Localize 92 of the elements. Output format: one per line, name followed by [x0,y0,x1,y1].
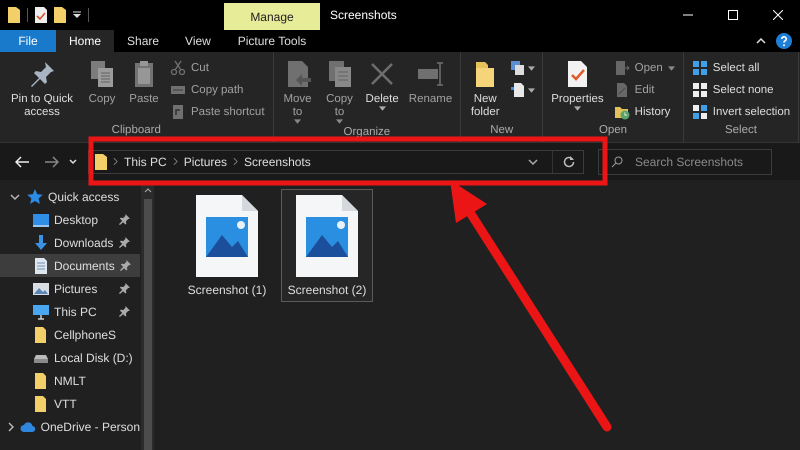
maximize-icon [728,10,738,20]
sidebar-item[interactable]: OneDrive - Person [0,415,140,438]
customize-toolbar-icon [73,11,81,19]
caret-icon [336,119,344,124]
caret-icon [294,119,302,124]
star-icon [27,188,43,204]
caret-icon [378,106,386,111]
document-icon [33,258,49,274]
new-item-icon [510,60,526,76]
sidebar-item[interactable]: Pictures [0,277,140,300]
ribbon-group-label: Organize [342,126,392,140]
select-all-icon [692,60,708,76]
pin-icon [119,237,130,248]
ribbon-tab[interactable]: View [172,30,224,52]
ribbon-button[interactable]: Select all [688,58,794,78]
sidebar-item[interactable]: Quick access [0,185,140,208]
sidebar-item[interactable]: Downloads [0,231,140,254]
folder-icon [54,7,66,23]
chevron-right-icon [172,158,178,165]
help-icon [776,33,792,49]
caret-icon [574,106,581,111]
scrollbar[interactable] [141,185,154,450]
folder-icon [33,326,49,342]
folder-icon [33,372,49,388]
picture-icon [33,280,49,296]
sidebar-item[interactable]: CellphoneS [0,323,140,346]
document-icon [510,82,526,98]
invert-selection-icon [692,104,708,120]
breadcrumb[interactable]: This PC [124,154,167,168]
ribbon-group-label: New [489,124,514,138]
search-icon [611,156,623,168]
back-arrow-icon [15,156,29,168]
monitor-icon [33,212,49,228]
scissors-icon [170,60,186,76]
computer-icon [33,304,49,320]
ribbon-group-label: Open [598,124,628,138]
select-none-icon [692,82,708,98]
ribbon-button[interactable]: Properties [547,56,608,124]
ribbon-button[interactable]: Invert selection [688,102,794,122]
folder-icon [33,396,49,412]
search-field[interactable]: Search Screenshots [598,148,772,174]
caret-icon [528,66,536,70]
sidebar-item[interactable]: VTT [0,392,140,415]
caret-icon [528,88,536,92]
address-bar[interactable]: This PC Pictures Screenshots [88,150,584,174]
close-icon [772,10,782,20]
ribbon-button[interactable]: New folder [465,56,506,124]
ribbon-tab[interactable]: File [0,30,56,52]
open-icon [614,60,630,76]
history-icon [614,104,630,120]
file-item[interactable]: Screenshot (2) [281,189,373,302]
pin-icon [119,283,130,294]
ribbon-tab[interactable]: Share [114,30,172,52]
ribbon-button[interactable]: Pin to Quick access [4,56,80,124]
ribbon-group-label: Clipboard [110,124,162,138]
breadcrumb[interactable]: Screenshots [244,154,311,168]
shortcut-icon [170,104,186,120]
pin-icon [119,214,130,225]
chevron-right-icon [233,158,238,165]
ribbon-group-label: Select [724,124,758,138]
sidebar-item[interactable]: Local Disk (D:) [0,346,140,369]
breadcrumb[interactable]: Pictures [184,154,228,168]
pin-icon [119,306,130,317]
file-item[interactable]: Screenshot (1) [181,189,273,302]
download-arrow-icon [33,234,49,250]
sidebar-item[interactable]: Desktop [0,208,140,231]
chevron-down-icon [528,158,538,164]
ribbon-button[interactable]: History [610,102,679,122]
caret-icon [668,66,675,70]
ribbon-tab[interactable]: Picture Tools [224,30,320,52]
properties-icon [35,7,47,23]
manage-tab-header: Manage [224,3,320,30]
chevron-down-icon [69,158,77,164]
ribbon-tab[interactable]: Home [56,30,114,52]
sidebar-item[interactable]: NMLT [0,369,140,392]
chevron-right-icon [113,158,118,165]
pin-icon [120,260,131,271]
refresh-icon [563,156,575,168]
folder-icon [8,7,20,23]
sidebar-item[interactable]: Documents [0,254,140,277]
sidebar-item[interactable]: This PC [0,300,140,323]
chevron-down-icon [10,194,20,200]
window-title: Screenshots [329,7,398,24]
image-file-icon [196,195,258,277]
collapse-ribbon-icon [756,38,766,44]
forward-arrow-icon [45,156,59,168]
chevron-right-icon [8,422,14,432]
ribbon-button[interactable]: Delete [362,56,403,126]
ribbon-button[interactable]: Select none [688,80,794,100]
folder-icon [95,154,107,170]
image-file-icon [296,195,358,277]
scroll-up-icon [144,188,152,193]
